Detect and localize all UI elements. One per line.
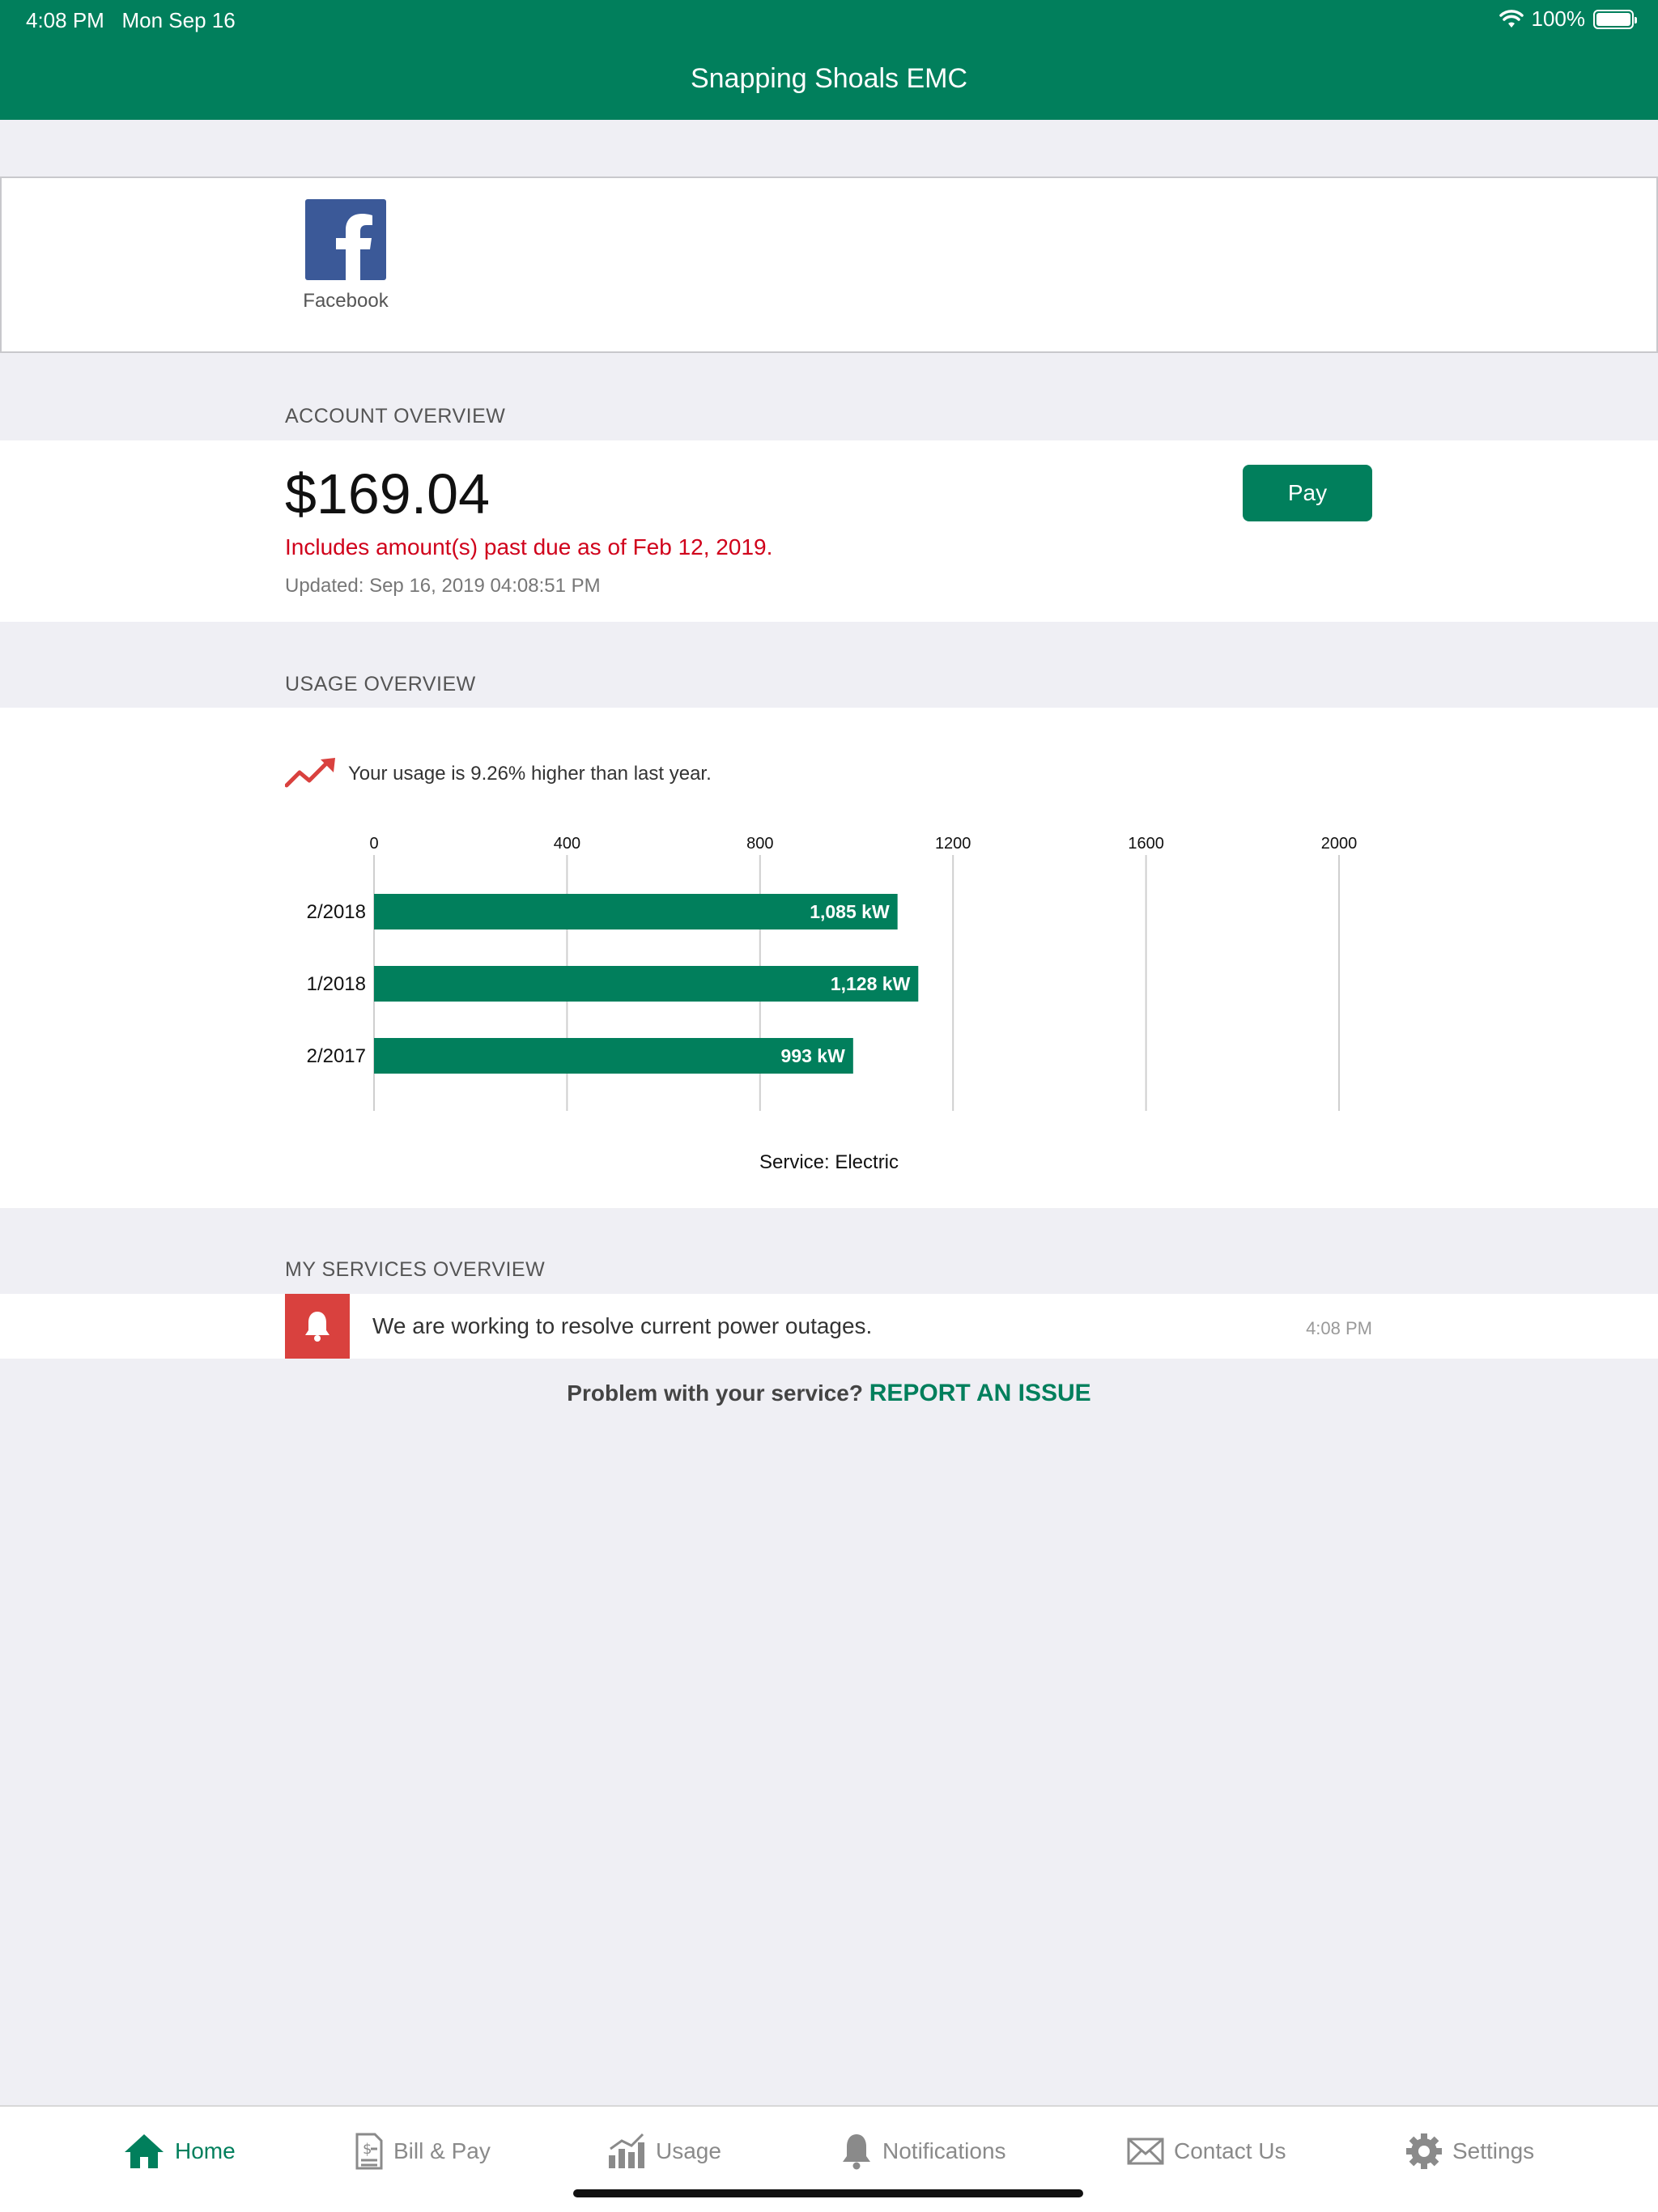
tab-usage[interactable]: Usage	[607, 2131, 721, 2172]
account-overview-heading: ACCOUNT OVERVIEW	[285, 405, 506, 428]
tab-settings[interactable]: Settings	[1405, 2131, 1534, 2172]
chart-value-label: 1,085 kW	[810, 901, 890, 922]
bell-icon	[843, 2134, 870, 2170]
battery-icon	[1593, 9, 1637, 29]
tab-home[interactable]: Home	[123, 2131, 236, 2172]
tab-settings-label: Settings	[1452, 2138, 1535, 2163]
chart-tick-label: 800	[746, 835, 773, 853]
chart-category-label: 2/2018	[307, 901, 366, 923]
app-header: 4:08 PM Mon Sep 16 100% Snapping Shoals …	[0, 0, 1658, 120]
tab-usage-label: Usage	[656, 2138, 721, 2163]
tab-contact-us-label: Contact Us	[1174, 2138, 1286, 2163]
tab-bill-pay-label: Bill & Pay	[393, 2138, 491, 2163]
chart-tick-label: 400	[554, 835, 580, 853]
alert-badge	[285, 1294, 350, 1359]
social-links-card	[0, 177, 1658, 353]
balance-amount: $169.04	[285, 462, 491, 525]
gear-icon	[1406, 2133, 1442, 2169]
alert-message: We are working to resolve current power …	[372, 1313, 873, 1338]
usage-trend-text: Your usage is 9.26% higher than last yea…	[348, 763, 712, 785]
report-issue-link[interactable]: REPORT AN ISSUE	[869, 1380, 1091, 1406]
facebook-icon	[305, 199, 386, 280]
chart-tick-label: 1200	[935, 835, 971, 853]
envelope-icon	[1127, 2138, 1164, 2165]
chart-tick-label: 1600	[1128, 835, 1164, 853]
services-overview-heading: MY SERVICES OVERVIEW	[285, 1258, 546, 1281]
report-prefix: Problem with your service?	[567, 1380, 863, 1406]
chart-tick-label: 2000	[1321, 835, 1358, 853]
pay-button[interactable]: Pay	[1243, 465, 1372, 521]
usage-chart-icon	[609, 2133, 644, 2168]
tab-home-label: Home	[175, 2138, 236, 2163]
past-due-notice: Includes amount(s) past due as of Feb 12…	[285, 534, 773, 559]
chart-category-label: 2/2017	[307, 1045, 366, 1067]
page-title: Snapping Shoals EMC	[690, 63, 968, 94]
battery-percent: 100%	[1531, 6, 1586, 31]
tab-notifications-label: Notifications	[882, 2138, 1006, 2163]
account-overview-panel	[0, 440, 1658, 622]
tab-notifications[interactable]: Notifications	[840, 2131, 1006, 2172]
status-time: 4:08 PM Mon Sep 16	[26, 8, 236, 32]
alert-time: 4:08 PM	[1306, 1318, 1372, 1338]
bill-icon: $	[355, 2133, 383, 2170]
svg-text:$: $	[363, 2141, 372, 2158]
wifi-icon	[1499, 9, 1524, 28]
service-label: Service: Electric	[759, 1151, 899, 1173]
report-issue-line: Problem with your service? REPORT AN ISS…	[0, 1380, 1658, 1407]
status-indicators: 100%	[1499, 6, 1637, 32]
home-icon	[125, 2134, 164, 2168]
bell-icon	[305, 1312, 329, 1342]
facebook-link[interactable]: Facebook	[301, 199, 390, 313]
chart-category-label: 1/2018	[307, 973, 366, 995]
facebook-label: Facebook	[303, 290, 389, 312]
usage-overview-heading: USAGE OVERVIEW	[285, 673, 476, 696]
usage-bar-chart: 0 400 800 1200 1600 2000 2/2018 1,085 kW 1/2018 1…	[307, 835, 1358, 1111]
tab-bill-pay[interactable]: $ Bill & Pay	[355, 2131, 491, 2172]
tab-contact-us[interactable]: Contact Us	[1127, 2131, 1286, 2172]
chart-tick-label: 0	[369, 835, 378, 853]
home-indicator	[573, 2189, 1083, 2197]
updated-timestamp: Updated: Sep 16, 2019 04:08:51 PM	[285, 575, 601, 597]
chart-value-label: 1,128 kW	[831, 973, 911, 994]
trend-up-icon	[285, 758, 335, 788]
chart-value-label: 993 kW	[781, 1045, 846, 1066]
